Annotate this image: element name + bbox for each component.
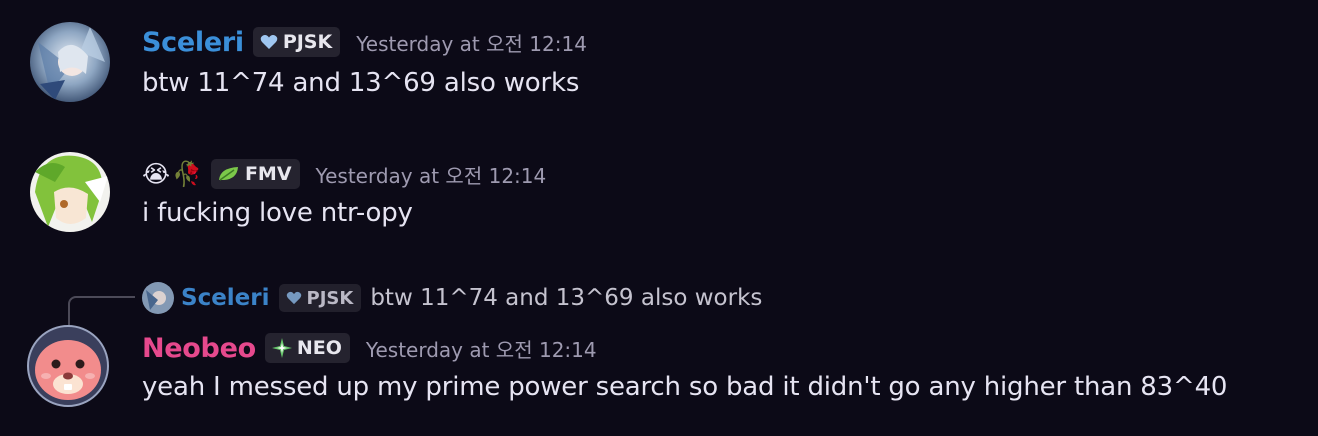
server-tag[interactable]: NEO <box>264 333 350 363</box>
timestamp[interactable]: Yesterday at 오전 12:14 <box>366 334 597 363</box>
server-tag[interactable]: FMV <box>210 159 300 189</box>
timestamp[interactable]: Yesterday at 오전 12:14 <box>316 160 547 189</box>
leaf-icon <box>218 167 238 181</box>
reply-username[interactable]: Sceleri <box>181 285 270 311</box>
sparkle-icon <box>271 338 292 358</box>
server-tag-label: PJSK <box>282 31 333 53</box>
username[interactable]: Neobeo <box>142 333 256 364</box>
username[interactable]: Sceleri <box>142 27 244 58</box>
message-content: i fucking love ntr-opy <box>142 198 413 228</box>
message-content: yeah I messed up my prime power search s… <box>142 372 1228 402</box>
avatar[interactable] <box>26 324 110 408</box>
server-tag-label: NEO <box>296 337 342 359</box>
name-emojis[interactable]: 😭 🥀 <box>142 160 202 188</box>
crying-face-emoji: 😭 <box>142 160 171 188</box>
message-item: Neobeo NEO Yesterday at 오전 12:14 yeah I … <box>0 310 1318 430</box>
timestamp[interactable]: Yesterday at 오전 12:14 <box>356 28 587 57</box>
server-tag[interactable]: PJSK <box>252 27 341 57</box>
avatar[interactable] <box>30 152 110 232</box>
message-item: 😭 🥀 FMV Yesterday at 오전 12:14 i fucking … <box>0 130 1318 250</box>
heart-icon <box>286 291 301 305</box>
avatar[interactable] <box>30 22 110 102</box>
server-tag-label: FMV <box>244 163 292 185</box>
reply-server-tag: PJSK <box>278 284 362 312</box>
message-content: btw 11^74 and 13^69 also works <box>142 68 580 98</box>
message-item: Sceleri PJSK Yesterday at 오전 12:14 btw 1… <box>0 0 1318 120</box>
wilted-rose-emoji: 🥀 <box>172 160 202 188</box>
heart-icon <box>260 35 278 49</box>
reply-tag-label: PJSK <box>306 287 354 309</box>
reply-text: btw 11^74 and 13^69 also works <box>370 285 763 311</box>
